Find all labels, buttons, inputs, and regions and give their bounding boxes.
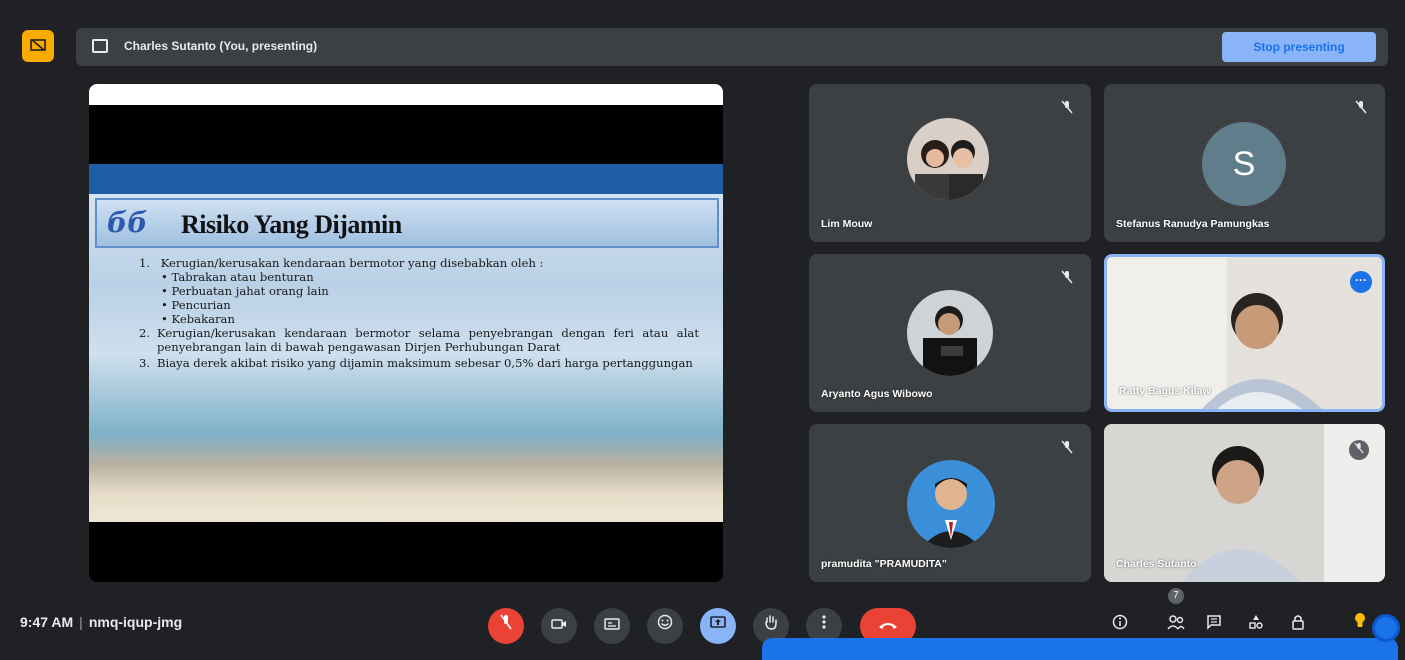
item-text: Kerugian/kerusakan kendaraan bermotor ya…	[160, 256, 544, 270]
slide-item: 3. Biaya derek akibat risiko yang dijami…	[139, 356, 699, 370]
shared-screen: бб Risiko Yang Dijamin 1. Kerugian/kerus…	[89, 84, 723, 582]
stop-presenting-button[interactable]: Stop presenting	[1222, 32, 1376, 62]
lightbulb-icon[interactable]	[1346, 612, 1374, 640]
slide-item: 2. Kerugian/kerusakan kendaraan bermotor…	[139, 326, 699, 354]
screen-share-icon	[92, 39, 108, 53]
mic-off-icon	[1059, 100, 1075, 116]
chat-icon[interactable]	[1200, 612, 1228, 640]
people-icon[interactable]	[1162, 612, 1190, 640]
presenter-banner: Charles Sutanto (You, presenting) Stop p…	[76, 28, 1388, 66]
slide-body: 1. Kerugian/kerusakan kendaraan bermotor…	[139, 256, 699, 370]
participant-tile[interactable]: S Stefanus Ranudya Pamungkas	[1104, 84, 1385, 242]
slide-subitem: • Pencurian	[161, 298, 231, 312]
item-number: 1.	[139, 256, 151, 270]
participant-tile[interactable]: Aryanto Agus Wibowo	[809, 254, 1091, 412]
mic-off-icon	[1349, 440, 1369, 460]
clock-time: 9:47 AM	[20, 614, 74, 630]
item-number: 3.	[139, 356, 151, 370]
presentation-slide: бб Risiko Yang Dijamin 1. Kerugian/kerus…	[89, 164, 723, 522]
participant-tile[interactable]: pramudita "PRAMUDITA"	[809, 424, 1091, 582]
avatar	[907, 290, 993, 376]
info-icon[interactable]	[1106, 612, 1134, 640]
mic-off-icon	[1059, 440, 1075, 456]
overlay-panel[interactable]	[762, 638, 1398, 660]
participant-name: Ratty Bagus Kilaw	[1119, 385, 1211, 397]
camera-toggle-button[interactable]	[541, 608, 577, 644]
participant-name: Aryanto Agus Wibowo	[821, 388, 933, 400]
slide-item: 1. Kerugian/kerusakan kendaraan bermotor…	[139, 256, 699, 270]
slide-top-strip	[89, 84, 723, 105]
company-logo: бб	[107, 206, 148, 239]
avatar-initial: S	[1202, 122, 1286, 206]
slide-subitem: • Tabrakan atau benturan	[161, 270, 314, 284]
participant-tile-active[interactable]: ··· Ratty Bagus Kilaw	[1104, 254, 1385, 412]
slide-title-bar: бб Risiko Yang Dijamin	[95, 198, 719, 248]
captions-button[interactable]	[594, 608, 630, 644]
item-text: Biaya derek akibat risiko yang dijamin m…	[157, 356, 693, 370]
mic-toggle-button[interactable]	[488, 608, 524, 644]
item-text: Kerugian/kerusakan kendaraan bermotor se…	[157, 326, 699, 354]
activities-icon[interactable]	[1242, 612, 1270, 640]
present-screen-button[interactable]	[700, 608, 736, 644]
avatar	[907, 118, 989, 200]
more-options-button[interactable]: ···	[1350, 271, 1372, 293]
slide-subitem: • Kebakaran	[161, 312, 235, 326]
presenting-topbar: Charles Sutanto (You, presenting) Stop p…	[18, 24, 1388, 68]
participant-name: Lim Mouw	[821, 218, 873, 230]
mic-off-icon	[1353, 100, 1369, 116]
avatar	[907, 460, 995, 548]
people-count-badge: 7	[1168, 588, 1184, 604]
host-controls-icon[interactable]	[1284, 612, 1312, 640]
participant-name: Charles Sutanto	[1116, 558, 1197, 570]
slide-title: Risiko Yang Dijamin	[181, 210, 402, 239]
overlay-handle[interactable]	[1372, 614, 1400, 642]
mic-off-icon	[1059, 270, 1075, 286]
participant-name: Stefanus Ranudya Pamungkas	[1116, 218, 1270, 230]
meeting-code: nmq-iqup-jmg	[88, 614, 183, 630]
meeting-info: 9:47 AM | nmq-iqup-jmg	[20, 614, 182, 630]
item-number: 2.	[139, 326, 151, 340]
slide-subitem: • Perbuatan jahat orang lain	[161, 284, 329, 298]
divider: |	[79, 614, 83, 630]
participant-name: pramudita "PRAMUDITA"	[821, 558, 947, 570]
participant-tile[interactable]: Lim Mouw	[809, 84, 1091, 242]
present-status-icon	[22, 30, 54, 62]
participant-tile[interactable]: Charles Sutanto	[1104, 424, 1385, 582]
presenter-label: Charles Sutanto (You, presenting)	[124, 39, 318, 53]
emoji-reaction-button[interactable]	[647, 608, 683, 644]
